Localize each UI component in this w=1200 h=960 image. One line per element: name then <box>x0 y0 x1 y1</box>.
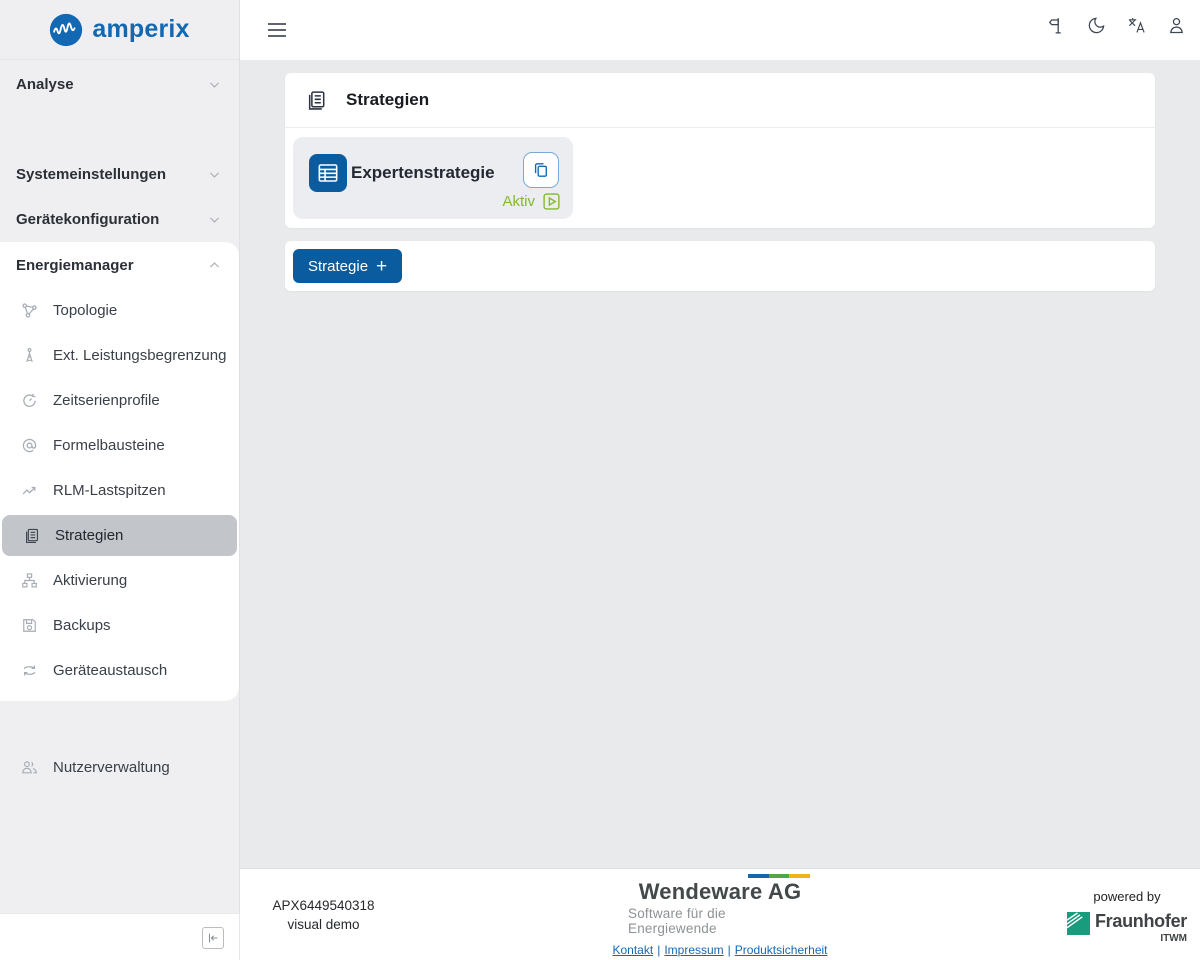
wendeware-logo: Wendeware AG Software für die Energiewen… <box>628 874 812 936</box>
hamburger-menu-icon[interactable] <box>267 21 287 39</box>
strategy-card[interactable]: Expertenstrategie Aktiv <box>293 137 573 219</box>
brand-logo[interactable]: amperix <box>0 0 239 60</box>
sidebar-item-at[interactable]: Formelbausteine <box>0 423 239 468</box>
company-tagline: Software für die Energiewende <box>628 906 812 936</box>
link-impressum[interactable]: Impressum <box>664 943 723 957</box>
sidebar-item-strategies[interactable]: Strategien <box>2 515 237 556</box>
page-title: Strategien <box>346 90 429 110</box>
strategies-panel: Strategien Expertenstrategie Aktiv <box>285 73 1155 228</box>
topbar <box>240 0 1200 60</box>
user-icon[interactable] <box>1167 16 1186 35</box>
moon-icon[interactable] <box>1087 16 1106 35</box>
strategies-icon <box>23 527 40 544</box>
amperix-waveform-icon <box>49 13 83 47</box>
signpost-icon[interactable] <box>1047 16 1066 35</box>
expert-strategy-icon <box>309 154 347 192</box>
activate-play-icon[interactable] <box>542 192 561 211</box>
collapse-arrow-icon <box>206 931 220 945</box>
sidebar-item-timer[interactable]: Zeitserienprofile <box>0 378 239 423</box>
plus-icon: + <box>376 257 387 276</box>
footer-links: Kontakt|Impressum|Produktsicherheit <box>612 943 827 957</box>
link-kontakt[interactable]: Kontakt <box>612 943 653 957</box>
powered-by-label: powered by <box>1067 889 1187 904</box>
fraunhofer-name: Fraunhofer <box>1095 912 1187 930</box>
sidebar-item-topology[interactable]: Topologie <box>0 288 239 333</box>
sitemap-icon <box>21 572 38 589</box>
topbar-actions <box>1047 16 1186 35</box>
energiemanager-expanded-block: Energiemanager Topologie Ext. Leistungsb… <box>0 242 239 701</box>
brand-name: amperix <box>92 15 189 44</box>
chevron-down-icon <box>208 78 221 91</box>
strategy-status: Aktiv <box>502 192 561 211</box>
sidebar-item-antenna[interactable]: Ext. Leistungsbegrenzung <box>0 333 239 378</box>
sidebar-section-systemeinstellungen[interactable]: Systemeinstellungen <box>0 159 239 190</box>
add-strategy-button[interactable]: Strategie + <box>293 249 402 283</box>
floppy-icon <box>21 617 38 634</box>
peak-icon <box>21 482 38 499</box>
company-name: Wendeware AG <box>639 879 802 905</box>
swap-icon <box>21 662 38 679</box>
add-strategy-panel: Strategie + <box>285 241 1155 291</box>
sidebar: amperix Analyse Systemeinstellungen Gerä… <box>0 0 240 913</box>
footer: APX6449540318 visual demo Wendeware AG S… <box>240 868 1200 960</box>
sidebar-item-floppy[interactable]: Backups <box>0 603 239 648</box>
sidebar-item-peak[interactable]: RLM-Lastspitzen <box>0 468 239 513</box>
sidebar-footer <box>0 913 240 960</box>
copy-strategy-button[interactable] <box>523 152 559 188</box>
strategies-icon <box>305 89 327 111</box>
sidebar-item-swap[interactable]: Geräteaustausch <box>0 648 239 693</box>
sidebar-section-analyse[interactable]: Analyse <box>0 69 239 100</box>
link-produktsicherheit[interactable]: Produktsicherheit <box>735 943 828 957</box>
strategies-panel-body: Expertenstrategie Aktiv <box>285 128 1155 228</box>
chevron-down-icon <box>208 213 221 226</box>
strategies-panel-header: Strategien <box>285 73 1155 128</box>
wendeware-color-bar <box>748 874 810 878</box>
wendeware-block: Wendeware AG Software für die Energiewen… <box>240 874 1200 957</box>
sidebar-section-energiemanager[interactable]: Energiemanager <box>0 242 239 288</box>
fraunhofer-mark-icon <box>1067 912 1090 935</box>
status-badge: Aktiv <box>502 193 535 210</box>
fraunhofer-institute: ITWM <box>1160 933 1187 944</box>
at-icon <box>21 437 38 454</box>
chevron-up-icon <box>208 259 221 272</box>
fraunhofer-logo: Fraunhofer ITWM <box>1067 912 1187 944</box>
sidebar-item-nutzerverwaltung[interactable]: Nutzerverwaltung <box>0 745 239 790</box>
chevron-down-icon <box>208 168 221 181</box>
main-content: Strategien Expertenstrategie Aktiv <box>240 60 1200 868</box>
translate-icon[interactable] <box>1127 16 1146 35</box>
sidebar-section-geraetekonfiguration[interactable]: Gerätekonfiguration <box>0 204 239 235</box>
sidebar-item-sitemap[interactable]: Aktivierung <box>0 558 239 603</box>
topology-icon <box>21 302 38 319</box>
collapse-sidebar-button[interactable] <box>202 927 224 949</box>
antenna-icon <box>21 347 38 364</box>
strategy-title: Expertenstrategie <box>351 163 495 183</box>
energiemanager-items: Topologie Ext. Leistungsbegrenzung Zeits… <box>0 288 239 693</box>
fraunhofer-block: powered by Fraunhofer ITWM <box>1067 889 1187 944</box>
timer-icon <box>21 392 38 409</box>
users-icon <box>21 759 38 776</box>
